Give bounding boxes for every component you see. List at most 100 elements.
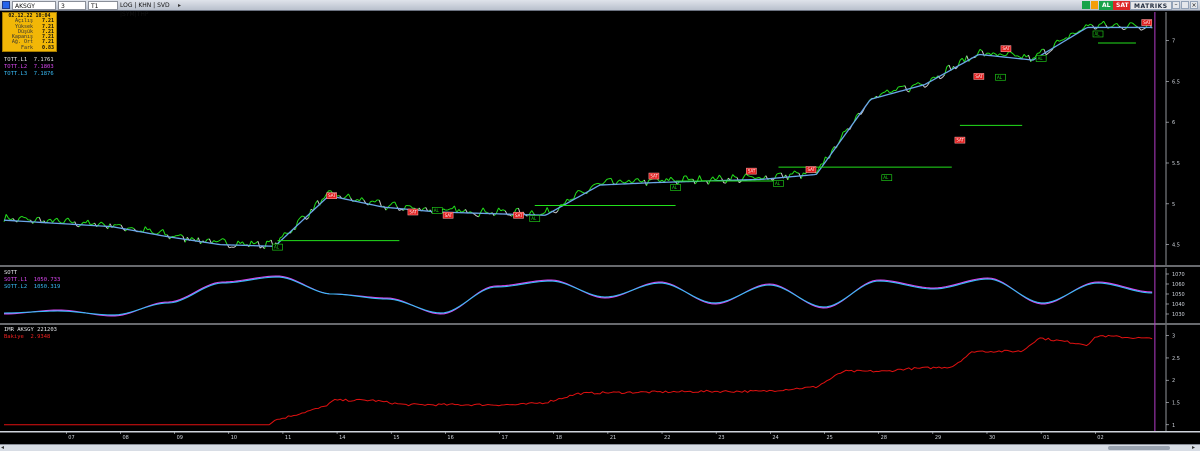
price-up-segment: [480, 207, 484, 212]
ohlc-info-box: 02.12.22 10:04 Açılış 7.21 Yüksek 7.21 Düşük…: [2, 12, 57, 52]
x-tick-label: 08: [122, 435, 128, 441]
price-down-segment: [399, 209, 402, 211]
price-up-segment: [696, 175, 700, 182]
price-up-segment: [453, 205, 458, 213]
price-up-segment: [142, 226, 146, 233]
price-up-segment: [712, 176, 716, 181]
price-down-segment: [259, 246, 263, 249]
price-up-segment: [564, 198, 568, 204]
legend-entry: SOTT.L1 1050.733: [4, 277, 60, 284]
price-up-segment: [224, 239, 228, 245]
price-up-segment: [485, 211, 488, 214]
price-up-segment: [622, 181, 625, 184]
price-up-segment: [657, 179, 661, 183]
price-up-segment: [716, 174, 720, 180]
price-up-segment: [370, 200, 373, 203]
price-up-segment: [1032, 56, 1036, 59]
price-panel[interactable]: 76.565.554.51070106010501040103032.521.5…: [0, 0, 1200, 451]
price-up-segment: [1070, 32, 1073, 35]
price-up-segment: [668, 176, 672, 181]
legend-entry: TOTT.L1 7.1761: [4, 57, 54, 64]
price-up-segment: [478, 211, 482, 217]
price-up-segment: [1054, 39, 1058, 44]
scroll-thumb[interactable]: [1108, 446, 1170, 450]
x-tick-label: 01: [1043, 435, 1049, 441]
legend-name: TOTT.L1: [4, 57, 28, 63]
price-up-segment: [999, 53, 1003, 56]
y-tick-label: 6.5: [1172, 79, 1180, 85]
price-up-segment: [63, 219, 67, 224]
price-down-segment: [257, 241, 261, 249]
price-up-segment: [279, 236, 283, 239]
x-tick-label: 09: [177, 435, 183, 441]
price-up-segment: [796, 172, 800, 174]
price-up-segment: [659, 179, 663, 183]
price-down-segment: [233, 245, 237, 248]
price-up-segment: [502, 209, 506, 212]
price-up-segment: [162, 229, 166, 235]
buy-signal-label: AL: [274, 245, 280, 250]
x-tick-label: 21: [610, 435, 616, 441]
price-down-segment: [1123, 28, 1126, 31]
sott-title: SOTT: [4, 270, 18, 276]
price-up-segment: [776, 172, 780, 175]
price-up-segment: [250, 240, 254, 245]
price-up-segment: [1087, 23, 1091, 27]
buy-signal-label: AL: [997, 75, 1003, 80]
price-up-segment: [544, 207, 548, 213]
price-up-segment: [602, 181, 605, 185]
x-tick-label: 23: [718, 435, 724, 441]
sott-l1-line: [3, 275, 1153, 317]
price-down-segment: [555, 210, 559, 214]
price-down-segment: [229, 246, 232, 249]
price-down-segment: [1045, 52, 1049, 56]
price-up-segment: [626, 179, 630, 183]
price-up-segment: [1134, 24, 1138, 27]
horizontal-scrollbar[interactable]: ◂ ▸: [0, 444, 1200, 451]
price-up-segment: [387, 204, 391, 208]
scroll-right-arrow[interactable]: ▸: [1192, 445, 1198, 451]
price-up-segment: [531, 210, 535, 215]
x-tick-label: 30: [989, 435, 995, 441]
x-tick-label: 28: [881, 435, 887, 441]
sell-signal-label: SAT: [445, 213, 453, 218]
buy-signal-label: AL: [883, 175, 889, 180]
legend-entry: SOTT.L2 1050.319: [4, 284, 60, 291]
price-up-segment: [69, 221, 73, 224]
sell-signal-label: SAT: [515, 213, 523, 218]
price-down-segment: [924, 85, 928, 88]
price-up-segment: [911, 84, 915, 87]
y-tick-label: 5.5: [1172, 161, 1180, 167]
price-up-segment: [495, 207, 500, 214]
price-up-segment: [685, 175, 689, 181]
price-up-segment: [237, 240, 241, 244]
price-up-segment: [348, 193, 352, 199]
price-up-segment: [54, 217, 58, 220]
price-up-segment: [284, 232, 287, 234]
x-tick-label: 24: [772, 435, 778, 441]
price-up-segment: [988, 52, 992, 56]
price-up-segment: [648, 179, 652, 181]
equity-line: [4, 334, 1153, 426]
price-up-segment: [632, 178, 636, 183]
price-up-segment: [977, 49, 981, 54]
legend-value: 7.1761: [27, 57, 54, 63]
y-tick-label: 1: [1172, 423, 1175, 429]
price-down-segment: [473, 213, 477, 217]
y-tick-label: 3: [1172, 334, 1175, 340]
price-down-segment: [1094, 28, 1098, 30]
price-up-segment: [542, 212, 546, 215]
price-up-segment: [213, 240, 217, 243]
price-up-segment: [729, 174, 734, 181]
y-tick-label: 4.5: [1172, 243, 1180, 249]
x-tick-label: 17: [502, 435, 508, 441]
price-up-segment: [361, 197, 365, 201]
legend-value: 7.1876: [27, 71, 54, 77]
price-up-segment: [359, 197, 363, 202]
price-up-segment: [19, 215, 22, 219]
price-up-segment: [569, 198, 572, 201]
x-tick-label: 29: [935, 435, 941, 441]
price-up-segment: [1085, 24, 1089, 27]
scroll-left-arrow[interactable]: ◂: [1, 445, 7, 451]
price-up-segment: [354, 199, 358, 202]
